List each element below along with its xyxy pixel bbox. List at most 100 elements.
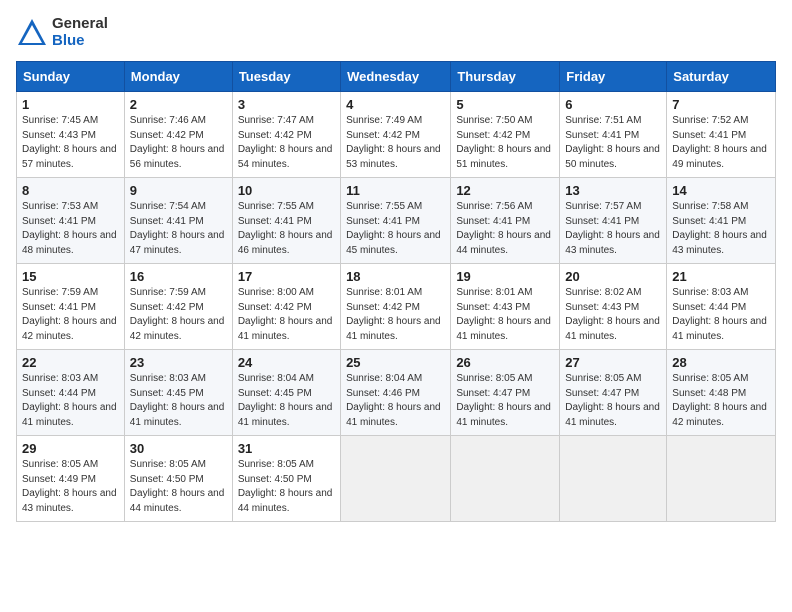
- calendar-cell: 11 Sunrise: 7:55 AM Sunset: 4:41 PM Dayli…: [341, 178, 451, 264]
- logo-svg: [16, 17, 48, 49]
- day-number: 16: [130, 269, 227, 284]
- calendar-cell: 13 Sunrise: 7:57 AM Sunset: 4:41 PM Dayli…: [560, 178, 667, 264]
- day-info: Sunrise: 7:59 AM Sunset: 4:42 PM Dayligh…: [130, 286, 227, 344]
- day-number: 9: [130, 183, 227, 198]
- day-number: 26: [456, 355, 554, 370]
- day-number: 8: [22, 183, 119, 198]
- day-number: 17: [238, 269, 335, 284]
- day-number: 7: [672, 97, 770, 112]
- calendar-cell: 28 Sunrise: 8:05 AM Sunset: 4:48 PM Dayli…: [667, 350, 776, 436]
- calendar-cell: [667, 436, 776, 522]
- day-number: 27: [565, 355, 661, 370]
- day-info: Sunrise: 8:04 AM Sunset: 4:46 PM Dayligh…: [346, 372, 445, 430]
- day-info: Sunrise: 7:59 AM Sunset: 4:41 PM Dayligh…: [22, 286, 119, 344]
- col-header-saturday: Saturday: [667, 62, 776, 92]
- day-number: 20: [565, 269, 661, 284]
- day-number: 15: [22, 269, 119, 284]
- day-number: 21: [672, 269, 770, 284]
- calendar-cell: 21Sunrise: 8:03 AM Sunset: 4:44 PM Dayli…: [667, 264, 776, 350]
- day-number: 1: [22, 97, 119, 112]
- day-info: Sunrise: 8:01 AM Sunset: 4:43 PM Dayligh…: [456, 286, 554, 344]
- col-header-thursday: Thursday: [451, 62, 560, 92]
- day-number: 22: [22, 355, 119, 370]
- day-info: Sunrise: 7:54 AM Sunset: 4:41 PM Dayligh…: [130, 200, 227, 258]
- calendar-cell: 17 Sunrise: 8:00 AM Sunset: 4:42 PM Dayli…: [232, 264, 340, 350]
- calendar-cell: 5 Sunrise: 7:50 AM Sunset: 4:42 PM Daylig…: [451, 92, 560, 178]
- logo: General Blue: [16, 16, 108, 49]
- calendar-cell: 14 Sunrise: 7:58 AM Sunset: 4:41 PM Dayli…: [667, 178, 776, 264]
- calendar-cell: 23Sunrise: 8:03 AM Sunset: 4:45 PM Dayli…: [124, 350, 232, 436]
- calendar-cell: 20 Sunrise: 8:02 AM Sunset: 4:43 PM Dayli…: [560, 264, 667, 350]
- day-number: 14: [672, 183, 770, 198]
- calendar-cell: 12 Sunrise: 7:56 AM Sunset: 4:41 PM Dayli…: [451, 178, 560, 264]
- calendar-cell: 24 Sunrise: 8:04 AM Sunset: 4:45 PM Dayli…: [232, 350, 340, 436]
- calendar-cell: 6 Sunrise: 7:51 AM Sunset: 4:41 PM Daylig…: [560, 92, 667, 178]
- day-info: Sunrise: 8:03 AM Sunset: 4:44 PM Dayligh…: [22, 372, 119, 430]
- day-info: Sunrise: 8:02 AM Sunset: 4:43 PM Dayligh…: [565, 286, 661, 344]
- day-number: 18: [346, 269, 445, 284]
- day-number: 5: [456, 97, 554, 112]
- day-info: Sunrise: 7:46 AM Sunset: 4:42 PM Dayligh…: [130, 114, 227, 172]
- day-info: Sunrise: 7:57 AM Sunset: 4:41 PM Dayligh…: [565, 200, 661, 258]
- day-number: 6: [565, 97, 661, 112]
- day-info: Sunrise: 8:01 AM Sunset: 4:42 PM Dayligh…: [346, 286, 445, 344]
- day-number: 24: [238, 355, 335, 370]
- day-number: 11: [346, 183, 445, 198]
- day-number: 25: [346, 355, 445, 370]
- day-info: Sunrise: 8:05 AM Sunset: 4:50 PM Dayligh…: [130, 458, 227, 516]
- day-info: Sunrise: 7:51 AM Sunset: 4:41 PM Dayligh…: [565, 114, 661, 172]
- day-number: 30: [130, 441, 227, 456]
- calendar-cell: 27 Sunrise: 8:05 AM Sunset: 4:47 PM Dayli…: [560, 350, 667, 436]
- calendar-cell: [341, 436, 451, 522]
- col-header-wednesday: Wednesday: [341, 62, 451, 92]
- day-number: 19: [456, 269, 554, 284]
- calendar-cell: 19 Sunrise: 8:01 AM Sunset: 4:43 PM Dayli…: [451, 264, 560, 350]
- day-number: 2: [130, 97, 227, 112]
- day-info: Sunrise: 8:05 AM Sunset: 4:50 PM Dayligh…: [238, 458, 335, 516]
- calendar-cell: 16 Sunrise: 7:59 AM Sunset: 4:42 PM Dayli…: [124, 264, 232, 350]
- calendar-week-3: 15 Sunrise: 7:59 AM Sunset: 4:41 PM Dayli…: [17, 264, 776, 350]
- calendar-cell: 26 Sunrise: 8:05 AM Sunset: 4:47 PM Dayli…: [451, 350, 560, 436]
- calendar-cell: 4 Sunrise: 7:49 AM Sunset: 4:42 PM Daylig…: [341, 92, 451, 178]
- day-number: 4: [346, 97, 445, 112]
- day-info: Sunrise: 7:55 AM Sunset: 4:41 PM Dayligh…: [346, 200, 445, 258]
- day-info: Sunrise: 7:56 AM Sunset: 4:41 PM Dayligh…: [456, 200, 554, 258]
- calendar-cell: [560, 436, 667, 522]
- day-number: 3: [238, 97, 335, 112]
- col-header-monday: Monday: [124, 62, 232, 92]
- calendar-cell: 15 Sunrise: 7:59 AM Sunset: 4:41 PM Dayli…: [17, 264, 125, 350]
- calendar-table: SundayMondayTuesdayWednesdayThursdayFrid…: [16, 61, 776, 522]
- calendar-cell: 29Sunrise: 8:05 AM Sunset: 4:49 PM Dayli…: [17, 436, 125, 522]
- day-info: Sunrise: 7:45 AM Sunset: 4:43 PM Dayligh…: [22, 114, 119, 172]
- calendar-week-2: 8 Sunrise: 7:53 AM Sunset: 4:41 PM Daylig…: [17, 178, 776, 264]
- day-info: Sunrise: 8:05 AM Sunset: 4:47 PM Dayligh…: [565, 372, 661, 430]
- day-number: 12: [456, 183, 554, 198]
- day-number: 10: [238, 183, 335, 198]
- day-number: 28: [672, 355, 770, 370]
- calendar-cell: 7 Sunrise: 7:52 AM Sunset: 4:41 PM Daylig…: [667, 92, 776, 178]
- day-info: Sunrise: 7:52 AM Sunset: 4:41 PM Dayligh…: [672, 114, 770, 172]
- calendar-cell: 8 Sunrise: 7:53 AM Sunset: 4:41 PM Daylig…: [17, 178, 125, 264]
- col-header-friday: Friday: [560, 62, 667, 92]
- day-info: Sunrise: 8:04 AM Sunset: 4:45 PM Dayligh…: [238, 372, 335, 430]
- day-number: 23: [130, 355, 227, 370]
- day-info: Sunrise: 8:05 AM Sunset: 4:48 PM Dayligh…: [672, 372, 770, 430]
- calendar-cell: 25 Sunrise: 8:04 AM Sunset: 4:46 PM Dayli…: [341, 350, 451, 436]
- day-info: Sunrise: 8:00 AM Sunset: 4:42 PM Dayligh…: [238, 286, 335, 344]
- calendar-cell: [451, 436, 560, 522]
- calendar-cell: 2 Sunrise: 7:46 AM Sunset: 4:42 PM Daylig…: [124, 92, 232, 178]
- calendar-cell: 31 Sunrise: 8:05 AM Sunset: 4:50 PM Dayli…: [232, 436, 340, 522]
- day-info: Sunrise: 7:50 AM Sunset: 4:42 PM Dayligh…: [456, 114, 554, 172]
- calendar-cell: 10Sunrise: 7:55 AM Sunset: 4:41 PM Dayli…: [232, 178, 340, 264]
- calendar-cell: 1 Sunrise: 7:45 AM Sunset: 4:43 PM Daylig…: [17, 92, 125, 178]
- day-info: Sunrise: 7:58 AM Sunset: 4:41 PM Dayligh…: [672, 200, 770, 258]
- day-number: 13: [565, 183, 661, 198]
- day-number: 31: [238, 441, 335, 456]
- logo-blue: Blue: [52, 33, 108, 50]
- calendar-week-1: 1 Sunrise: 7:45 AM Sunset: 4:43 PM Daylig…: [17, 92, 776, 178]
- calendar-cell: 9 Sunrise: 7:54 AM Sunset: 4:41 PM Daylig…: [124, 178, 232, 264]
- day-info: Sunrise: 7:53 AM Sunset: 4:41 PM Dayligh…: [22, 200, 119, 258]
- col-header-tuesday: Tuesday: [232, 62, 340, 92]
- day-info: Sunrise: 7:49 AM Sunset: 4:42 PM Dayligh…: [346, 114, 445, 172]
- day-info: Sunrise: 8:05 AM Sunset: 4:47 PM Dayligh…: [456, 372, 554, 430]
